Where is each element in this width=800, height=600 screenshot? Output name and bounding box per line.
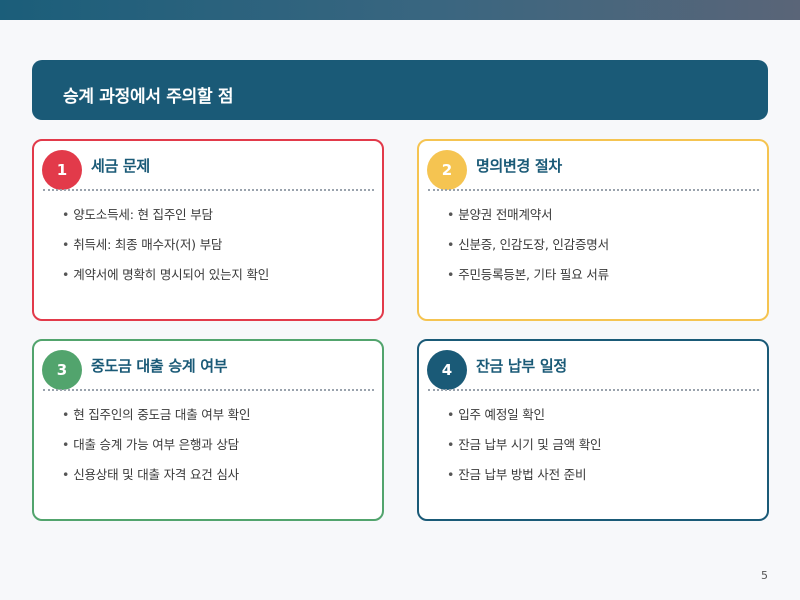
list-item: • 대출 승계 가능 여부 은행과 상담 <box>62 433 250 463</box>
card-name-change: 2 명의변경 절차 • 분양권 전매계약서 • 신분증, 인감도장, 인감증명서 •… <box>417 139 769 321</box>
page-number: 5 <box>761 569 768 582</box>
list-item: • 잔금 납부 방법 사전 준비 <box>447 463 601 493</box>
list-item: • 잔금 납부 시기 및 금액 확인 <box>447 433 602 463</box>
list-item-text: 잔금 납부 시기 및 금액 확인 <box>458 437 602 452</box>
bullet-icon: • <box>447 207 455 222</box>
slide-title: 승계 과정에서 주의할 점 <box>63 87 234 107</box>
card-title: 명의변경 절차 <box>476 157 562 175</box>
card-number-badge: 3 <box>42 350 82 390</box>
list-item-text: 양도소득세: 현 집주인 부담 <box>73 207 213 222</box>
card-number-badge: 1 <box>42 150 82 190</box>
title-banner: 승계 과정에서 주의할 점 <box>32 60 768 120</box>
card-title: 세금 문제 <box>91 157 150 175</box>
list-item-text: 분양권 전매계약서 <box>458 207 553 222</box>
card-loan-succession: 3 중도금 대출 승계 여부 • 현 집주인의 중도금 대출 여부 확인 • 대출 … <box>32 339 384 521</box>
list-item-text: 취득세: 최종 매수자(저) 부담 <box>73 237 223 252</box>
list-item: • 계약서에 명확히 명시되어 있는지 확인 <box>62 263 269 293</box>
bullet-icon: • <box>62 437 70 452</box>
list-item: • 신분증, 인감도장, 인감증명서 <box>447 233 609 263</box>
dotted-divider <box>428 189 759 191</box>
bullet-icon: • <box>447 267 455 282</box>
dotted-divider <box>43 389 374 391</box>
list-item: • 입주 예정일 확인 <box>447 403 601 433</box>
dotted-divider <box>428 389 759 391</box>
list-item-text: 신분증, 인감도장, 인감증명서 <box>458 237 609 252</box>
bullet-icon: • <box>62 467 70 482</box>
list-item-text: 신용상태 및 대출 자격 요건 심사 <box>73 467 239 482</box>
card-balance-payment: 4 잔금 납부 일정 • 입주 예정일 확인 • 잔금 납부 시기 및 금액 확인 … <box>417 339 769 521</box>
bullet-icon: • <box>447 237 455 252</box>
bullet-icon: • <box>447 407 455 422</box>
bullet-icon: • <box>62 407 70 422</box>
list-item: • 주민등록등본, 기타 필요 서류 <box>447 263 609 293</box>
bullet-icon: • <box>62 237 70 252</box>
card-item-list: • 분양권 전매계약서 • 신분증, 인감도장, 인감증명서 • 주민등록등본, 기타… <box>447 203 609 293</box>
dotted-divider <box>43 189 374 191</box>
card-title: 잔금 납부 일정 <box>476 357 567 375</box>
list-item: • 취득세: 최종 매수자(저) 부담 <box>62 233 269 263</box>
card-tax-issues: 1 세금 문제 • 양도소득세: 현 집주인 부담 • 취득세: 최종 매수자(저)… <box>32 139 384 321</box>
bullet-icon: • <box>447 467 455 482</box>
card-title: 중도금 대출 승계 여부 <box>91 357 228 375</box>
list-item-text: 계약서에 명확히 명시되어 있는지 확인 <box>73 267 270 282</box>
card-item-list: • 현 집주인의 중도금 대출 여부 확인 • 대출 승계 가능 여부 은행과 상담… <box>62 403 250 493</box>
list-item: • 분양권 전매계약서 <box>447 203 609 233</box>
list-item-text: 대출 승계 가능 여부 은행과 상담 <box>73 437 239 452</box>
card-number-badge: 4 <box>427 350 467 390</box>
bullet-icon: • <box>447 437 455 452</box>
list-item: • 신용상태 및 대출 자격 요건 심사 <box>62 463 250 493</box>
card-item-list: • 양도소득세: 현 집주인 부담 • 취득세: 최종 매수자(저) 부담 • 계약서… <box>62 203 269 293</box>
card-number-badge: 2 <box>427 150 467 190</box>
list-item-text: 입주 예정일 확인 <box>458 407 545 422</box>
list-item: • 현 집주인의 중도금 대출 여부 확인 <box>62 403 250 433</box>
top-accent-strip <box>0 0 800 20</box>
list-item-text: 주민등록등본, 기타 필요 서류 <box>458 267 609 282</box>
bullet-icon: • <box>62 207 70 222</box>
bullet-icon: • <box>62 267 70 282</box>
list-item-text: 잔금 납부 방법 사전 준비 <box>458 467 587 482</box>
card-item-list: • 입주 예정일 확인 • 잔금 납부 시기 및 금액 확인 • 잔금 납부 방법 사… <box>447 403 602 493</box>
list-item: • 양도소득세: 현 집주인 부담 <box>62 203 269 233</box>
list-item-text: 현 집주인의 중도금 대출 여부 확인 <box>73 407 251 422</box>
